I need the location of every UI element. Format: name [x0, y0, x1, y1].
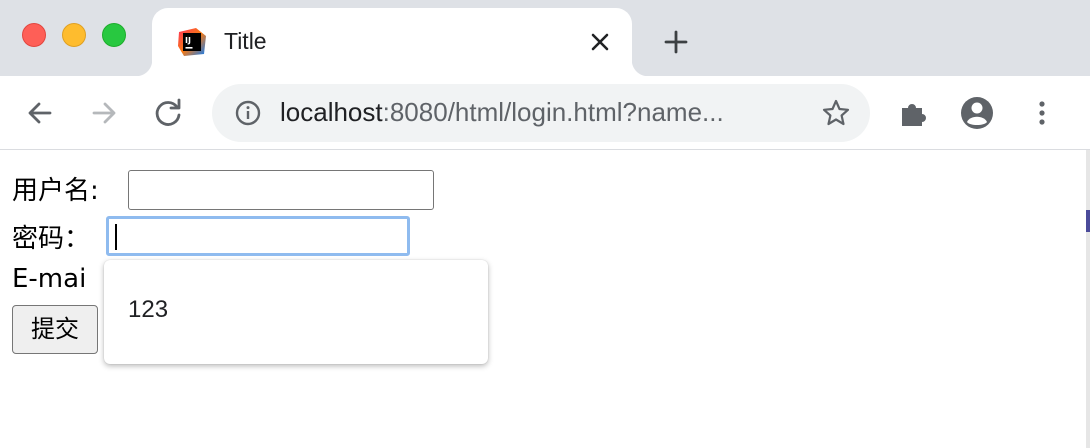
password-input[interactable]	[106, 216, 410, 256]
tab-strip: IJ Title	[0, 0, 1090, 76]
plus-icon[interactable]	[660, 26, 692, 58]
submit-button[interactable]: 提交	[12, 305, 98, 354]
intellij-icon: IJ	[178, 28, 206, 56]
browser-toolbar: localhost:8080/html/login.html?name...	[0, 76, 1090, 150]
password-label: 密码：	[12, 224, 91, 254]
email-label: E-mai	[12, 264, 87, 294]
arrow-left-icon[interactable]	[22, 95, 58, 131]
url-path: :8080/html/login.html?name...	[382, 97, 724, 127]
tab-title: Title	[224, 28, 267, 54]
username-label: 用户名:	[12, 176, 99, 206]
window-edge-mark	[1086, 210, 1090, 232]
url-text[interactable]: localhost:8080/html/login.html?name...	[280, 97, 724, 128]
username-input[interactable]	[128, 170, 434, 210]
autocomplete-item[interactable]: 123	[128, 296, 168, 324]
close-window-button[interactable]	[22, 23, 46, 47]
kebab-menu-icon[interactable]	[1024, 95, 1060, 131]
browser-window: IJ Title localhost:8080/html/login.html?…	[0, 0, 1090, 448]
close-icon[interactable]	[586, 28, 614, 56]
star-icon[interactable]	[820, 97, 852, 129]
tab-active[interactable]: IJ Title	[136, 8, 648, 76]
minimize-window-button[interactable]	[62, 23, 86, 47]
autocomplete-dropdown: 123	[104, 260, 488, 364]
page-content: 用户名: 密码： E-mai 提交 123	[0, 150, 1090, 448]
account-icon[interactable]	[959, 95, 995, 131]
reload-icon[interactable]	[150, 95, 186, 131]
info-icon[interactable]	[234, 99, 262, 127]
arrow-right-icon[interactable]	[86, 95, 122, 131]
text-caret	[115, 224, 117, 250]
puzzle-icon[interactable]	[896, 95, 932, 131]
url-host: localhost	[280, 97, 383, 127]
address-bar[interactable]: localhost:8080/html/login.html?name...	[212, 84, 870, 142]
svg-text:IJ: IJ	[185, 36, 191, 45]
maximize-window-button[interactable]	[102, 23, 126, 47]
window-edge	[1086, 150, 1090, 448]
